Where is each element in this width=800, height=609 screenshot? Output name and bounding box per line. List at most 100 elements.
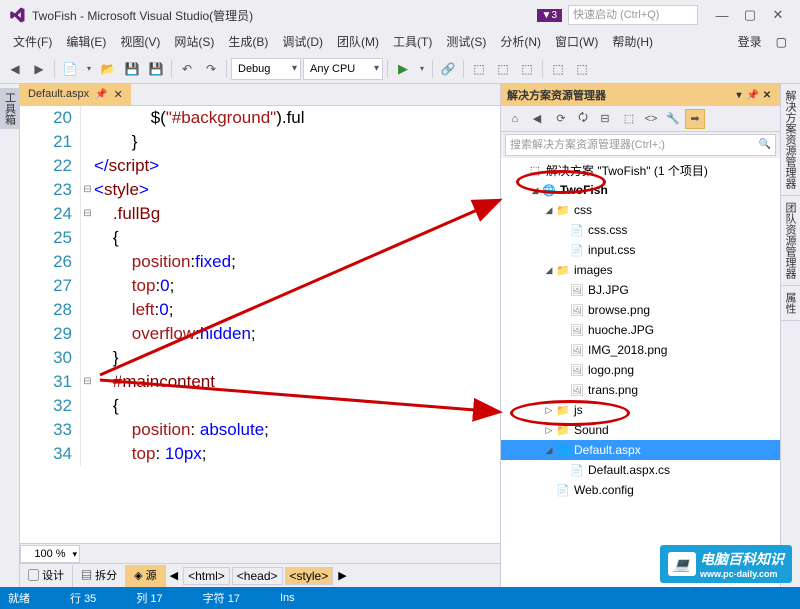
- tree-folder-images[interactable]: 📁images: [501, 260, 780, 280]
- tree-folder-js[interactable]: 📁js: [501, 400, 780, 420]
- tree-file[interactable]: 🖼logo.png: [501, 360, 780, 380]
- undo-button[interactable]: ↶: [176, 58, 198, 80]
- menu-test[interactable]: 测试(S): [439, 31, 493, 53]
- sln-home-button[interactable]: ⌂: [505, 109, 525, 129]
- menu-team[interactable]: 团队(M): [330, 31, 386, 53]
- sln-preview-button[interactable]: ➡: [685, 109, 705, 129]
- crumb-style[interactable]: <style>: [285, 567, 334, 585]
- watermark-text: 电脑百科知识: [700, 551, 784, 567]
- tree-file[interactable]: 🖼huoche.JPG: [501, 320, 780, 340]
- tree-folder-css[interactable]: 📁css: [501, 200, 780, 220]
- redo-button[interactable]: ↷: [200, 58, 222, 80]
- panel-menu-icon[interactable]: ▾: [732, 90, 746, 101]
- view-design-button[interactable]: ▢ 设计: [20, 565, 73, 587]
- sln-back-button[interactable]: ◀: [527, 109, 547, 129]
- nav-back-button[interactable]: ◀: [4, 58, 26, 80]
- tree-file[interactable]: 📄Default.aspx.cs: [501, 460, 780, 480]
- fold-marker-icon[interactable]: ⊟: [80, 370, 94, 394]
- menu-analyze[interactable]: 分析(N): [493, 31, 548, 53]
- zoom-combo[interactable]: 100 %: [20, 545, 80, 563]
- right-tab-solution[interactable]: 解决方案资源管理器: [781, 84, 800, 196]
- tree-file[interactable]: 🖼BJ.JPG: [501, 280, 780, 300]
- tree-solution-root[interactable]: ⬚解决方案 "TwoFish" (1 个项目): [501, 160, 780, 180]
- menubar: 文件(F) 编辑(E) 视图(V) 网站(S) 生成(B) 调试(D) 团队(M…: [0, 30, 800, 54]
- view-switcher: ▢ 设计 ▤ 拆分 ◈ 源 ◀ <html> <head> <style> ▶: [20, 563, 500, 587]
- start-dropdown-icon[interactable]: ▾: [416, 58, 428, 80]
- toolbox-tab[interactable]: 工具箱: [0, 88, 20, 129]
- minimize-button[interactable]: —: [708, 5, 736, 25]
- open-button[interactable]: 📂: [97, 58, 119, 80]
- panel-pin-icon[interactable]: 📌: [746, 90, 760, 101]
- panel-close-icon[interactable]: ✕: [760, 90, 774, 101]
- sln-refresh-button[interactable]: 🗘: [573, 109, 593, 129]
- tree-project[interactable]: 🌐TwoFish: [501, 180, 780, 200]
- tree-file[interactable]: 🖼IMG_2018.png: [501, 340, 780, 360]
- fold-marker-icon[interactable]: ⊟: [80, 178, 94, 202]
- crumb-next-icon[interactable]: ▶: [334, 569, 350, 582]
- tool-button-1[interactable]: ⬚: [468, 58, 490, 80]
- crumb-head[interactable]: <head>: [232, 567, 283, 585]
- platform-combo[interactable]: Any CPU: [303, 58, 383, 80]
- close-button[interactable]: ✕: [764, 5, 792, 25]
- save-button[interactable]: 💾: [121, 58, 143, 80]
- sln-view-button[interactable]: <>: [641, 109, 661, 129]
- menu-file[interactable]: 文件(F): [6, 31, 59, 53]
- tab-close-icon[interactable]: ✕: [114, 88, 123, 101]
- sln-sync-button[interactable]: ⟳: [551, 109, 571, 129]
- sln-properties-button[interactable]: 🔧: [663, 109, 683, 129]
- notification-badge[interactable]: ▼3: [537, 9, 562, 22]
- tree-file[interactable]: 🖼trans.png: [501, 380, 780, 400]
- crumb-html[interactable]: <html>: [183, 567, 230, 585]
- tree-folder-sound[interactable]: 📁Sound: [501, 420, 780, 440]
- menu-window[interactable]: 窗口(W): [548, 31, 605, 53]
- menu-view[interactable]: 视图(V): [113, 31, 167, 53]
- tree-file-webconfig[interactable]: 📄Web.config: [501, 480, 780, 500]
- new-dropdown-icon[interactable]: ▾: [83, 58, 95, 80]
- fold-column: ⊟ ⊟ ⊟: [80, 106, 94, 543]
- tree-file[interactable]: 🖼browse.png: [501, 300, 780, 320]
- code-editor[interactable]: 20 21 22 23 24 25 26 27 28 29 30 31 32 3…: [20, 106, 500, 543]
- menu-tools[interactable]: 工具(T): [386, 31, 439, 53]
- right-tab-team[interactable]: 团队资源管理器: [781, 196, 800, 286]
- sln-showall-button[interactable]: ⬚: [619, 109, 639, 129]
- right-tab-properties[interactable]: 属性: [781, 286, 800, 321]
- view-split-button[interactable]: ▤ 拆分: [73, 565, 126, 587]
- start-debug-button[interactable]: ▶: [392, 58, 414, 80]
- tree-file-default-aspx[interactable]: 🌐Default.aspx: [501, 440, 780, 460]
- tree-file[interactable]: 📄css.css: [501, 220, 780, 240]
- new-project-button[interactable]: 📄: [59, 58, 81, 80]
- tool-button-2[interactable]: ⬚: [492, 58, 514, 80]
- tool-button-3[interactable]: ⬚: [516, 58, 538, 80]
- tab-label: Default.aspx: [28, 88, 89, 100]
- view-source-button[interactable]: ◈ 源: [126, 565, 166, 587]
- pin-icon[interactable]: 📌: [95, 89, 107, 100]
- tool-button-4[interactable]: ⬚: [547, 58, 569, 80]
- menu-edit[interactable]: 编辑(E): [59, 31, 113, 53]
- menu-help[interactable]: 帮助(H): [605, 31, 660, 53]
- config-combo[interactable]: Debug: [231, 58, 301, 80]
- nav-fwd-button[interactable]: ▶: [28, 58, 50, 80]
- login-link[interactable]: 登录: [731, 31, 769, 53]
- save-all-button[interactable]: 💾: [145, 58, 167, 80]
- solution-search-input[interactable]: 搜索解决方案资源管理器(Ctrl+;): [505, 134, 776, 156]
- login-avatar-icon[interactable]: ▢: [769, 31, 794, 53]
- menu-debug[interactable]: 调试(D): [275, 31, 330, 53]
- fold-marker-icon[interactable]: ⊟: [80, 202, 94, 226]
- menu-website[interactable]: 网站(S): [167, 31, 221, 53]
- crumb-prev-icon[interactable]: ◀: [166, 569, 182, 582]
- panel-title: 解决方案资源管理器: [507, 87, 606, 103]
- browser-link-button[interactable]: 🔗: [437, 58, 459, 80]
- tree-file[interactable]: 📄input.css: [501, 240, 780, 260]
- editor-column: Default.aspx 📌 ✕ 20 21 22 23 24 25 26 27…: [20, 84, 500, 587]
- solution-panel-header[interactable]: 解决方案资源管理器 ▾ 📌 ✕: [501, 84, 780, 106]
- quicklaunch-input[interactable]: 快速启动 (Ctrl+Q): [568, 5, 698, 25]
- maximize-button[interactable]: ▢: [736, 5, 764, 25]
- tab-default-aspx[interactable]: Default.aspx 📌 ✕: [20, 83, 131, 105]
- solution-tree[interactable]: ⬚解决方案 "TwoFish" (1 个项目) 🌐TwoFish 📁css 📄c…: [501, 158, 780, 587]
- status-line: 行 35: [70, 590, 96, 606]
- tool-button-5[interactable]: ⬚: [571, 58, 593, 80]
- sln-collapse-button[interactable]: ⊟: [595, 109, 615, 129]
- code-body[interactable]: $("#background").ful }</script><style> .…: [94, 106, 500, 543]
- right-dock: 解决方案资源管理器 团队资源管理器 属性: [780, 84, 800, 587]
- menu-build[interactable]: 生成(B): [221, 31, 275, 53]
